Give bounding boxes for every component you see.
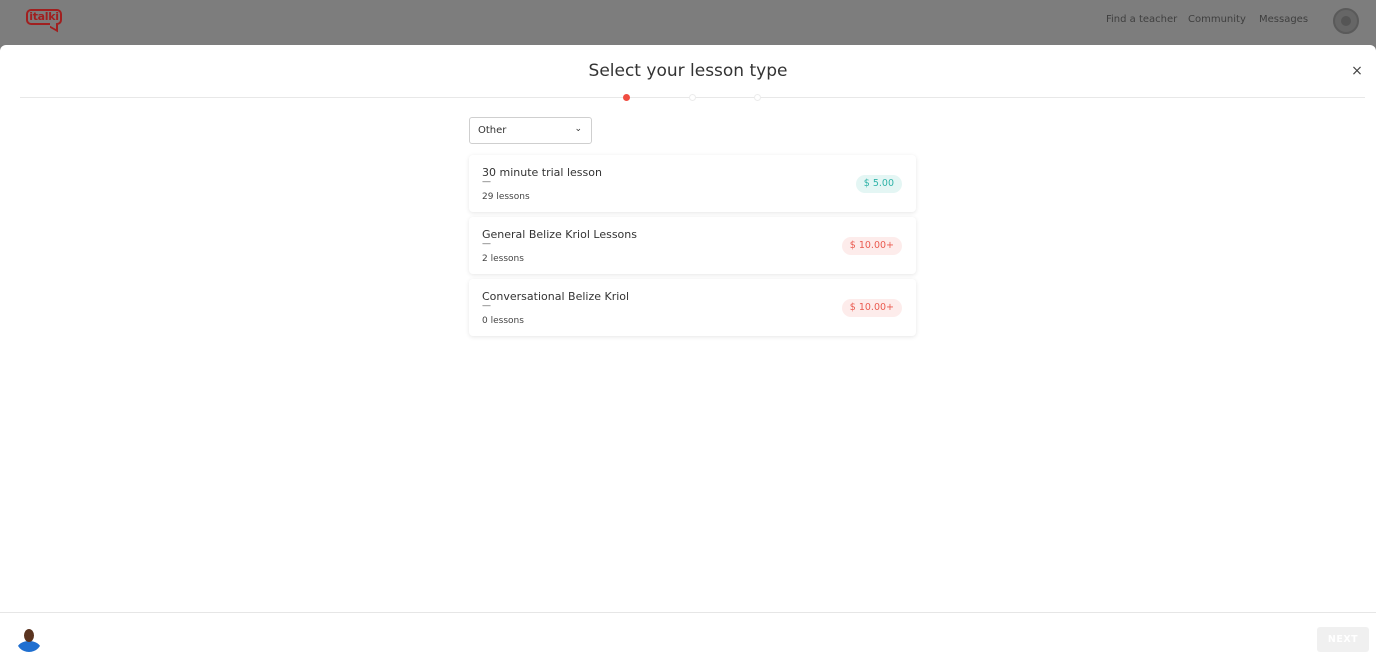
close-icon[interactable]: × xyxy=(1350,64,1364,78)
step-indicator-1 xyxy=(623,94,630,101)
nav-messages[interactable]: Messages xyxy=(1259,14,1308,25)
step-indicator-3 xyxy=(754,94,761,101)
lesson-duration: — xyxy=(482,177,491,187)
lesson-type-modal: Select your lesson type × Other ⌄ 30 min… xyxy=(0,45,1376,662)
top-navigation: italki Find a teacher Community Messages xyxy=(0,0,1376,45)
lesson-duration: — xyxy=(482,239,491,249)
lesson-name: General Belize Kriol Lessons xyxy=(482,228,637,241)
price-badge: $ 10.00+ xyxy=(841,237,902,255)
select-value: Other xyxy=(478,125,507,136)
footer-divider xyxy=(0,612,1376,613)
lesson-card-conversational[interactable]: Conversational Belize Kriol — 0 lessons … xyxy=(469,279,916,336)
nav-find-teacher[interactable]: Find a teacher xyxy=(1106,14,1177,25)
lesson-name: Conversational Belize Kriol xyxy=(482,290,630,303)
italki-logo[interactable]: italki xyxy=(26,9,62,25)
price-badge: $ 10.00+ xyxy=(841,299,902,317)
lesson-duration: — xyxy=(482,301,491,311)
step-indicator-2 xyxy=(689,94,696,101)
lesson-count: 2 lessons xyxy=(482,254,524,264)
lesson-count: 29 lessons xyxy=(482,192,530,202)
nav-community[interactable]: Community xyxy=(1188,14,1246,25)
next-button[interactable]: NEXT xyxy=(1317,627,1369,652)
chevron-down-icon: ⌄ xyxy=(574,124,582,134)
lesson-card-general[interactable]: General Belize Kriol Lessons — 2 lessons… xyxy=(469,217,916,274)
lesson-count: 0 lessons xyxy=(482,316,524,326)
avatar-shirt xyxy=(17,641,41,652)
modal-title: Select your lesson type xyxy=(588,61,788,81)
price-badge: $ 5.00 xyxy=(855,175,902,193)
lesson-category-select[interactable]: Other ⌄ xyxy=(469,117,592,144)
teacher-avatar xyxy=(16,626,42,652)
user-avatar[interactable] xyxy=(1333,8,1359,34)
lesson-name: 30 minute trial lesson xyxy=(482,166,602,179)
lesson-card-trial[interactable]: 30 minute trial lesson — 29 lessons $ 5.… xyxy=(469,155,916,212)
avatar-head xyxy=(24,629,34,642)
